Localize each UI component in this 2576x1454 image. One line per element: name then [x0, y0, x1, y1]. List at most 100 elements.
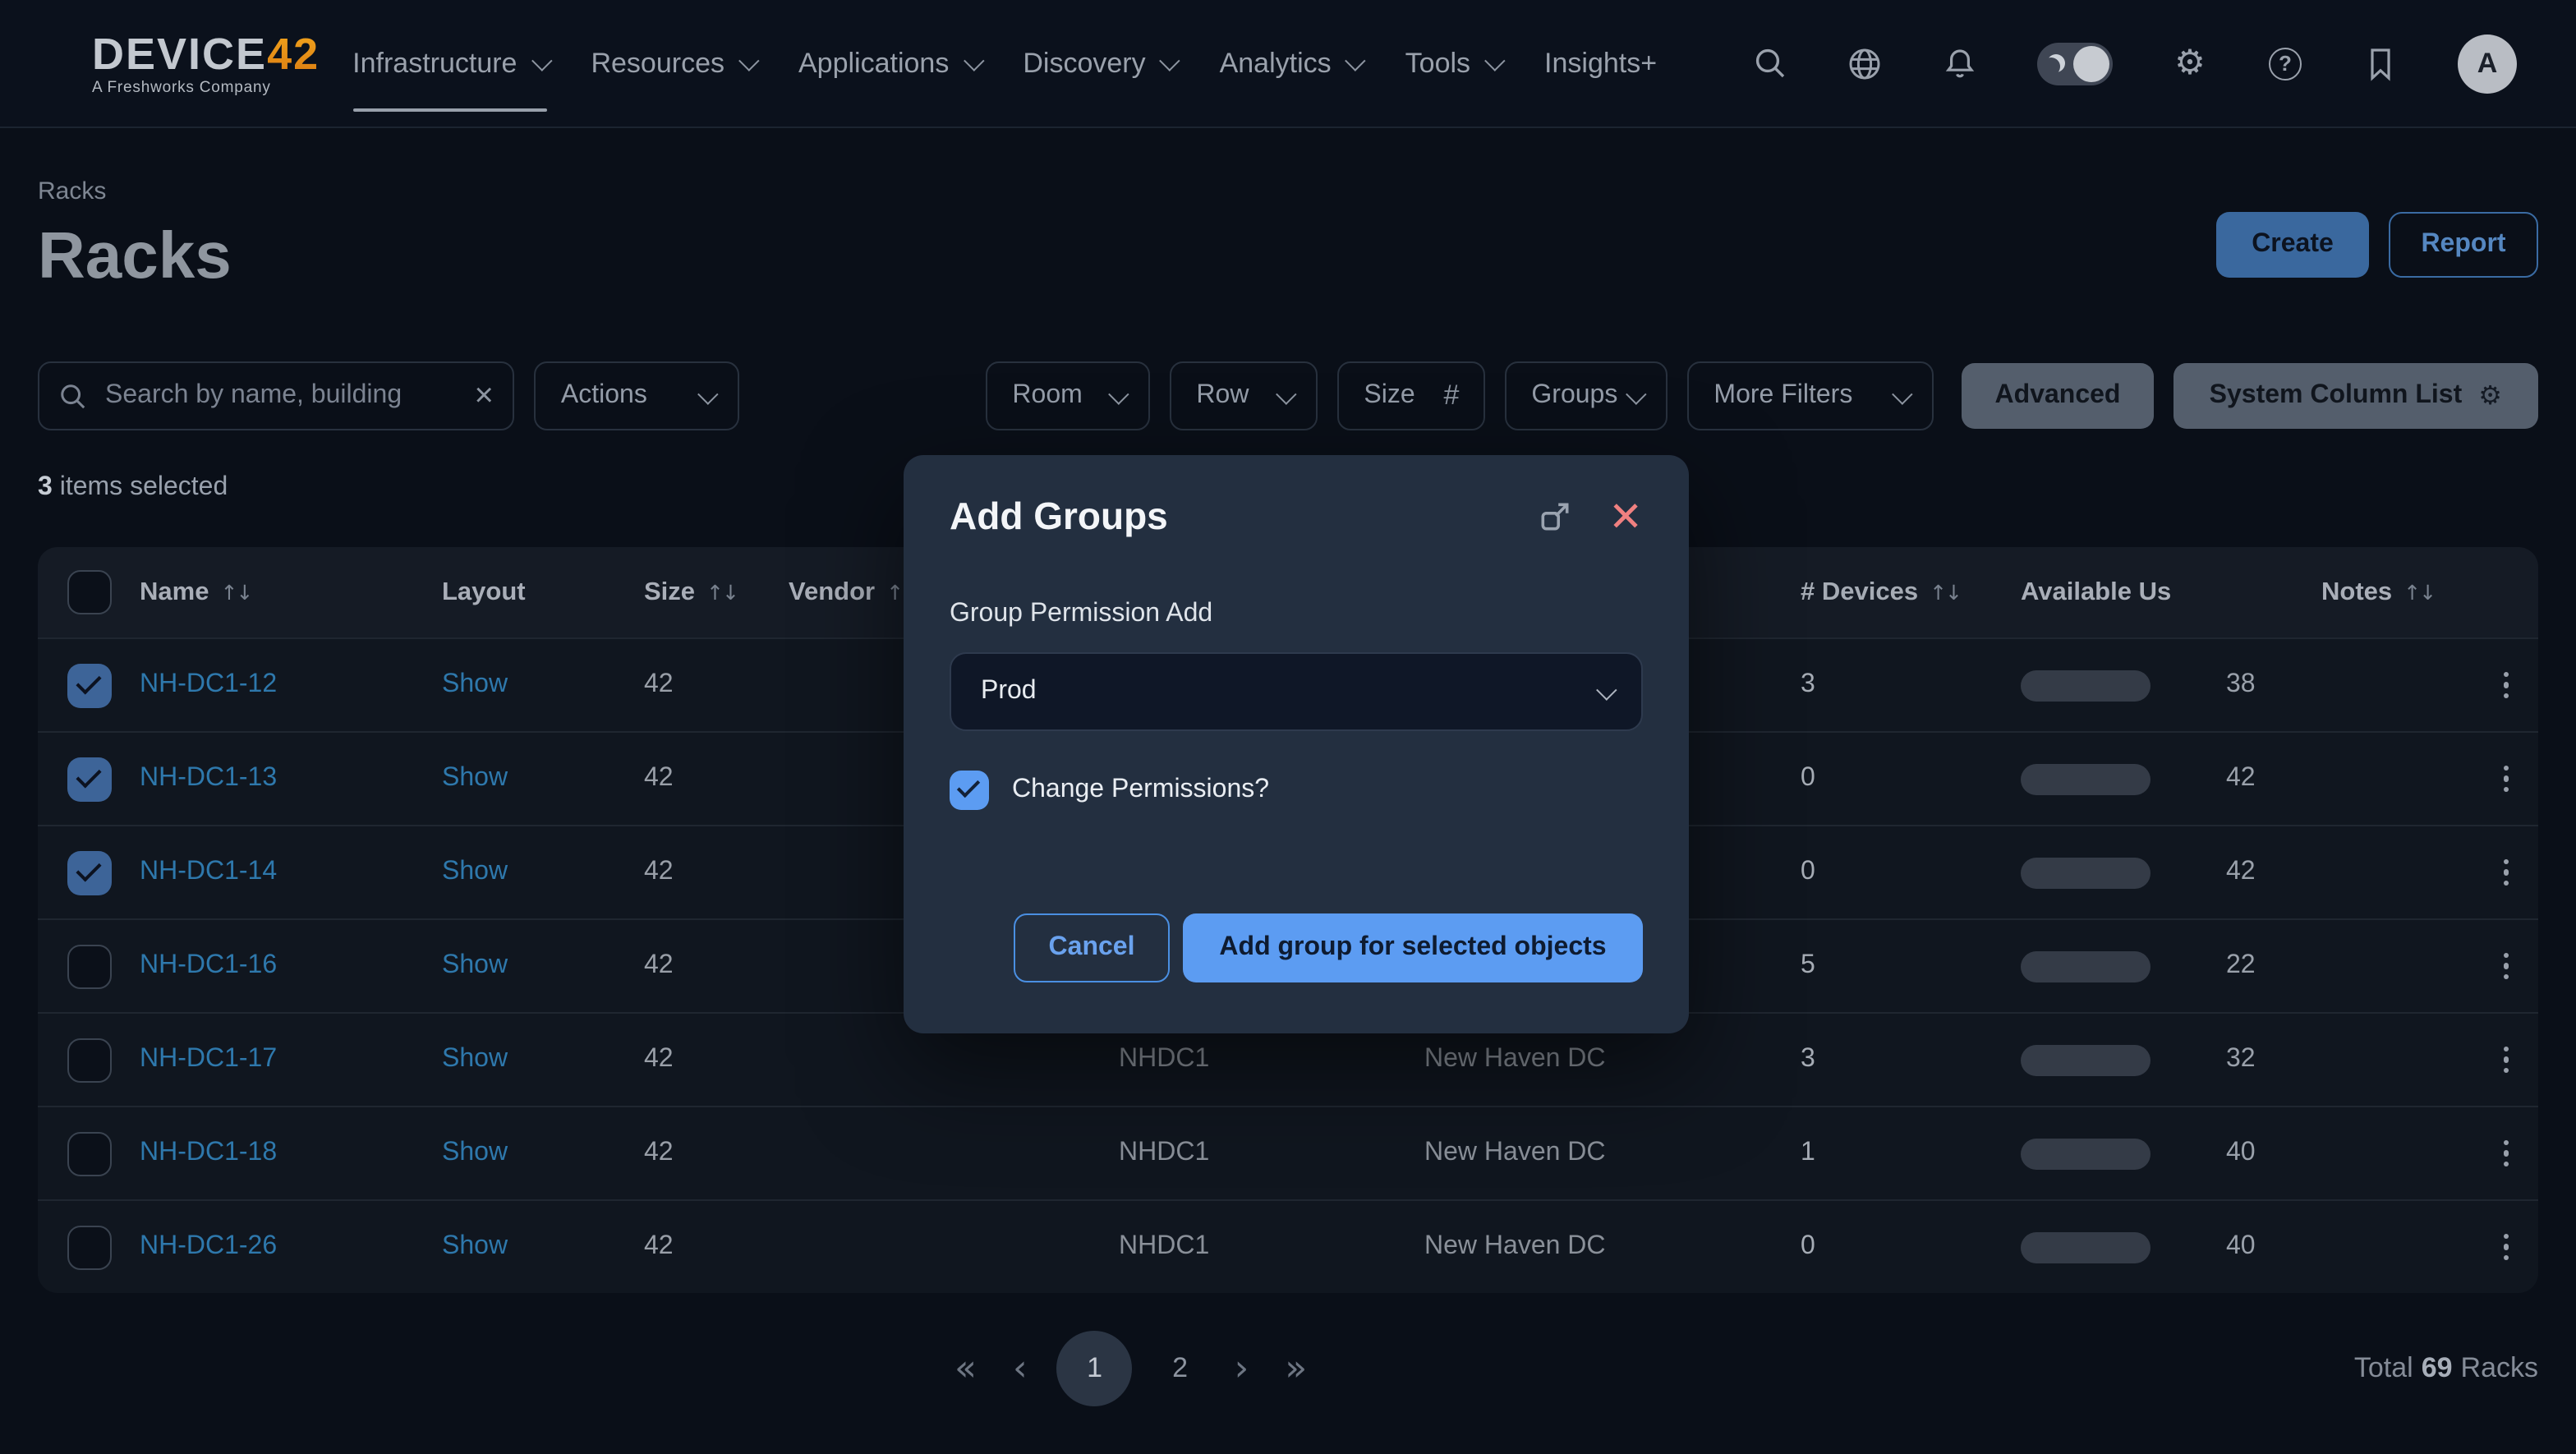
size-value: 42 [644, 858, 674, 887]
header-label: Layout [442, 577, 526, 607]
layout-show-link[interactable]: Show [442, 1232, 508, 1262]
nav-item-insights[interactable]: Insights+ [1544, 47, 1657, 80]
row-menu-button[interactable] [2496, 665, 2515, 706]
expand-modal-icon[interactable] [1538, 499, 1572, 534]
row-menu-button[interactable] [2496, 853, 2515, 893]
report-button[interactable]: Report [2389, 212, 2538, 278]
sort-icon[interactable]: ↑↓ [1930, 580, 1961, 605]
change-permissions-checkbox[interactable] [950, 771, 989, 810]
globe-icon[interactable] [1847, 45, 1883, 81]
header-available-us[interactable]: Available Us [1993, 577, 2321, 607]
row-checkbox-cell [38, 1038, 140, 1082]
filter-row[interactable]: Row [1170, 361, 1318, 430]
filter-label: Groups [1531, 381, 1617, 411]
page-header: Racks Racks Create Report [38, 177, 2538, 294]
add-group-submit-button[interactable]: Add group for selected objects [1183, 913, 1643, 982]
rack-name-link[interactable]: NH-DC1-26 [140, 1232, 277, 1262]
nav-item-analytics[interactable]: Analytics [1220, 47, 1361, 80]
advanced-button[interactable]: Advanced [1962, 363, 2153, 429]
row-menu-button[interactable] [2496, 1040, 2515, 1080]
user-avatar[interactable]: A [2458, 34, 2517, 93]
bookmark-icon[interactable] [2362, 45, 2399, 81]
rack-name-link[interactable]: NH-DC1-17 [140, 1045, 277, 1074]
layout-show-link[interactable]: Show [442, 1139, 508, 1168]
cancel-button[interactable]: Cancel [1014, 913, 1170, 982]
pagination-page-2[interactable]: 2 [1156, 1352, 1205, 1385]
create-button[interactable]: Create [2216, 212, 2369, 278]
devices-value: 0 [1801, 1232, 1815, 1262]
nav-item-tools[interactable]: Tools [1405, 47, 1500, 80]
actions-dropdown[interactable]: Actions [535, 361, 740, 430]
devices-value: 3 [1801, 670, 1815, 700]
size-value: 42 [644, 1139, 674, 1168]
available-value: 32 [2226, 1045, 2256, 1074]
gear-icon[interactable]: ⚙ [2172, 45, 2208, 81]
bell-icon[interactable] [1942, 45, 1978, 81]
header-devices[interactable]: # Devices↑↓ [1771, 577, 1993, 607]
pagination-next[interactable]: › [1228, 1348, 1256, 1389]
row-menu-button[interactable] [2496, 1134, 2515, 1174]
row-checkbox[interactable] [67, 757, 112, 801]
header-notes[interactable]: Notes↑↓ [2321, 577, 2538, 607]
layout-show-link[interactable]: Show [442, 670, 508, 700]
header-name[interactable]: Name↑↓ [140, 577, 442, 607]
filter-room[interactable]: Room [986, 361, 1150, 430]
row-checkbox[interactable] [67, 663, 112, 707]
breadcrumb[interactable]: Racks [38, 177, 2538, 205]
row-menu-button[interactable] [2496, 759, 2515, 799]
row-checkbox-cell [38, 757, 140, 801]
gear-icon: ⚙ [2478, 383, 2502, 409]
search-icon[interactable] [1751, 45, 1787, 81]
layout-show-link[interactable]: Show [442, 764, 508, 794]
sort-icon[interactable]: ↑↓ [2404, 580, 2435, 605]
nav-item-resources[interactable]: Resources [591, 47, 754, 80]
select-all-checkbox[interactable] [67, 570, 112, 614]
filter-more-filters[interactable]: More Filters [1687, 361, 1934, 430]
pagination-page-1[interactable]: 1 [1057, 1331, 1133, 1406]
row-checkbox[interactable] [67, 1225, 112, 1269]
search-input[interactable] [102, 380, 460, 412]
search-box[interactable]: × [38, 361, 515, 430]
clear-search-icon[interactable]: × [475, 380, 494, 412]
system-column-list-button[interactable]: System Column List⚙ [2174, 363, 2538, 429]
pagination-prev[interactable]: ‹ [1006, 1348, 1034, 1389]
rack-name-link[interactable]: NH-DC1-18 [140, 1139, 277, 1168]
page-title: Racks [38, 219, 2538, 294]
sort-icon[interactable]: ↑↓ [220, 580, 251, 605]
nav-item-discovery[interactable]: Discovery [1023, 47, 1175, 80]
device42-logo[interactable]: DEVICE42 A Freshworks Company [92, 30, 320, 96]
row-checkbox[interactable] [67, 850, 112, 895]
sort-icon[interactable]: ↑↓ [706, 580, 738, 605]
chevron-down-icon [698, 383, 719, 403]
nav-item-label: Analytics [1220, 47, 1332, 80]
rack-name-link[interactable]: NH-DC1-13 [140, 764, 277, 794]
layout-show-link[interactable]: Show [442, 1045, 508, 1074]
rack-name-link[interactable]: NH-DC1-12 [140, 670, 277, 700]
header-size[interactable]: Size↑↓ [644, 577, 789, 607]
nav-item-label: Applications [798, 47, 949, 80]
layout-show-link[interactable]: Show [442, 951, 508, 981]
nav-item-infrastructure[interactable]: Infrastructure [352, 47, 546, 80]
rack-name-link[interactable]: NH-DC1-16 [140, 951, 277, 981]
logo-tagline: A Freshworks Company [92, 78, 320, 96]
row-menu-button[interactable] [2496, 1227, 2515, 1268]
group-permission-select[interactable]: Prod [950, 652, 1643, 731]
rack-name-link[interactable]: NH-DC1-14 [140, 858, 277, 887]
theme-toggle[interactable] [2037, 42, 2113, 85]
pagination-last[interactable]: » [1278, 1348, 1313, 1389]
row-menu-button[interactable] [2496, 946, 2515, 987]
pagination-first[interactable]: « [948, 1348, 983, 1389]
filter-groups[interactable]: Groups [1505, 361, 1668, 430]
row-checkbox[interactable] [67, 944, 112, 988]
close-icon[interactable]: ✕ [1608, 496, 1643, 537]
nav-item-label: Tools [1405, 47, 1470, 80]
header-layout[interactable]: Layout [442, 577, 644, 607]
row-checkbox[interactable] [67, 1038, 112, 1082]
nav-item-applications[interactable]: Applications [798, 47, 978, 80]
chevron-down-icon [1346, 50, 1366, 71]
filter-size[interactable]: Size# [1337, 361, 1485, 430]
row-checkbox[interactable] [67, 1131, 112, 1176]
help-icon[interactable]: ? [2267, 45, 2303, 81]
size-value: 42 [644, 951, 674, 981]
layout-show-link[interactable]: Show [442, 858, 508, 887]
